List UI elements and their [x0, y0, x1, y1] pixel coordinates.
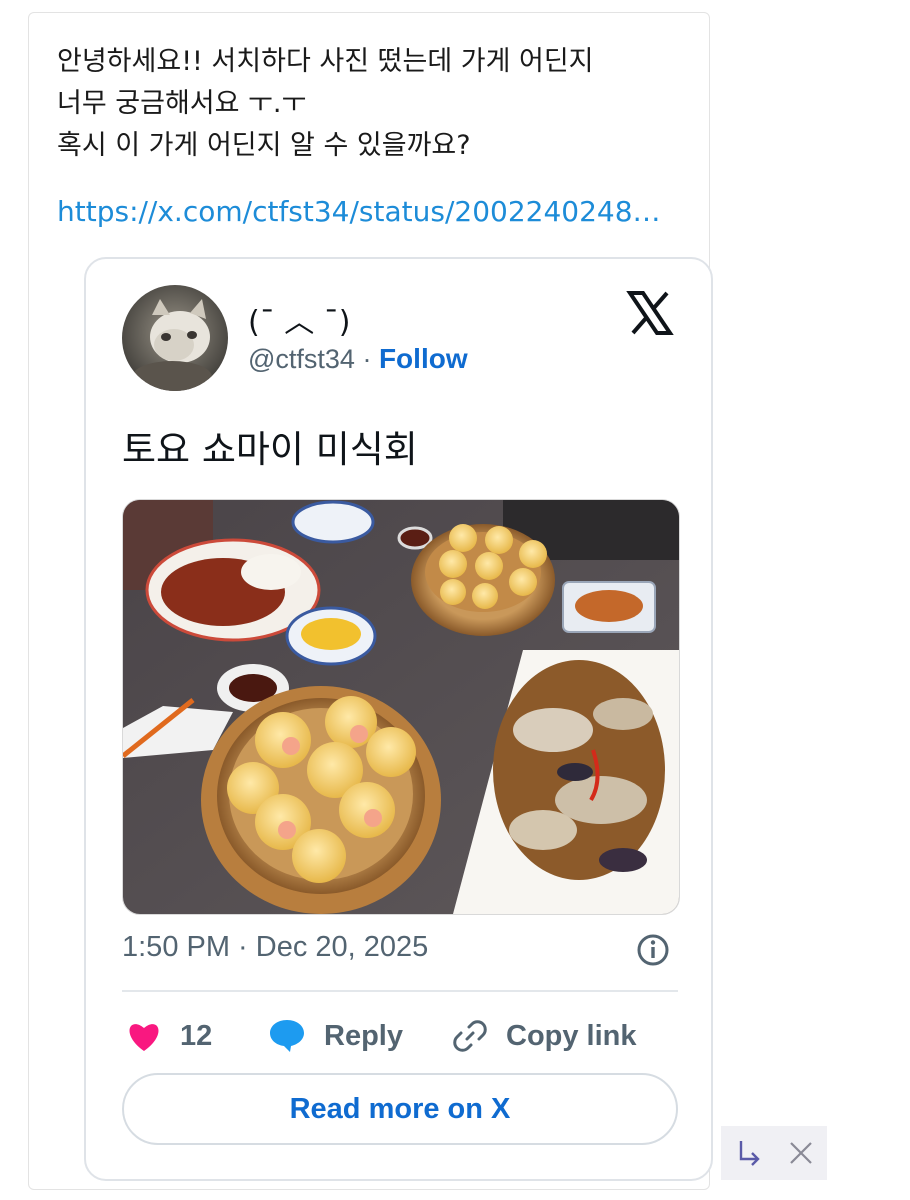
post-line-1: 안녕하세요!! 서치하다 사진 떴는데 가게 어딘지 — [57, 46, 594, 77]
tweet-text: 토요 쇼마이 미식회 — [122, 428, 418, 471]
link-icon — [452, 1018, 506, 1054]
heart-icon — [126, 1020, 180, 1052]
close-icon[interactable] — [787, 1139, 815, 1167]
post-line-3: 혹시 이 가게 어딘지 알 수 있을까요? — [57, 130, 471, 161]
post-card: 안녕하세요!! 서치하다 사진 떴는데 가게 어딘지 너무 궁금해서요 ㅜ.ㅜ … — [28, 12, 713, 1190]
reply-button[interactable]: Reply — [268, 1011, 403, 1061]
separator-dot: · — [354, 344, 379, 374]
speech-bubble-icon — [268, 1018, 324, 1054]
divider — [122, 990, 678, 992]
handle-row: @ctfst34 · Follow — [248, 343, 468, 375]
tweet-photo[interactable] — [122, 499, 680, 915]
display-name[interactable]: (¯ ︿ ¯) — [248, 297, 350, 341]
avatar[interactable] — [122, 285, 228, 391]
follow-link[interactable]: Follow — [379, 343, 468, 374]
reply-arrow-icon[interactable] — [733, 1138, 763, 1168]
tweet-actions: 12 Reply Copy link — [122, 1011, 678, 1061]
message-tools — [721, 1126, 827, 1180]
tweet-url-link[interactable]: https://x.com/ctfst34/status/2002240248… — [57, 195, 661, 228]
read-more-button[interactable]: Read more on X — [122, 1073, 678, 1145]
post-line-2: 너무 궁금해서요 ㅜ.ㅜ — [57, 88, 307, 119]
tweet-embed-card[interactable]: (¯ ︿ ¯) @ctfst34 · Follow 토요 쇼마이 미식회 1:5… — [84, 257, 713, 1181]
reply-label: Reply — [324, 1019, 403, 1052]
post-body: 안녕하세요!! 서치하다 사진 떴는데 가게 어딘지 너무 궁금해서요 ㅜ.ㅜ … — [57, 41, 697, 167]
copy-link-button[interactable]: Copy link — [452, 1011, 637, 1061]
like-button[interactable]: 12 — [126, 1011, 212, 1061]
info-icon[interactable] — [636, 933, 670, 967]
x-logo-icon[interactable] — [626, 289, 674, 337]
tweet-timestamp[interactable]: 1:50 PM · Dec 20, 2025 — [122, 931, 428, 964]
like-count: 12 — [180, 1019, 213, 1052]
copy-link-label: Copy link — [506, 1019, 637, 1052]
handle[interactable]: @ctfst34 — [248, 344, 355, 374]
